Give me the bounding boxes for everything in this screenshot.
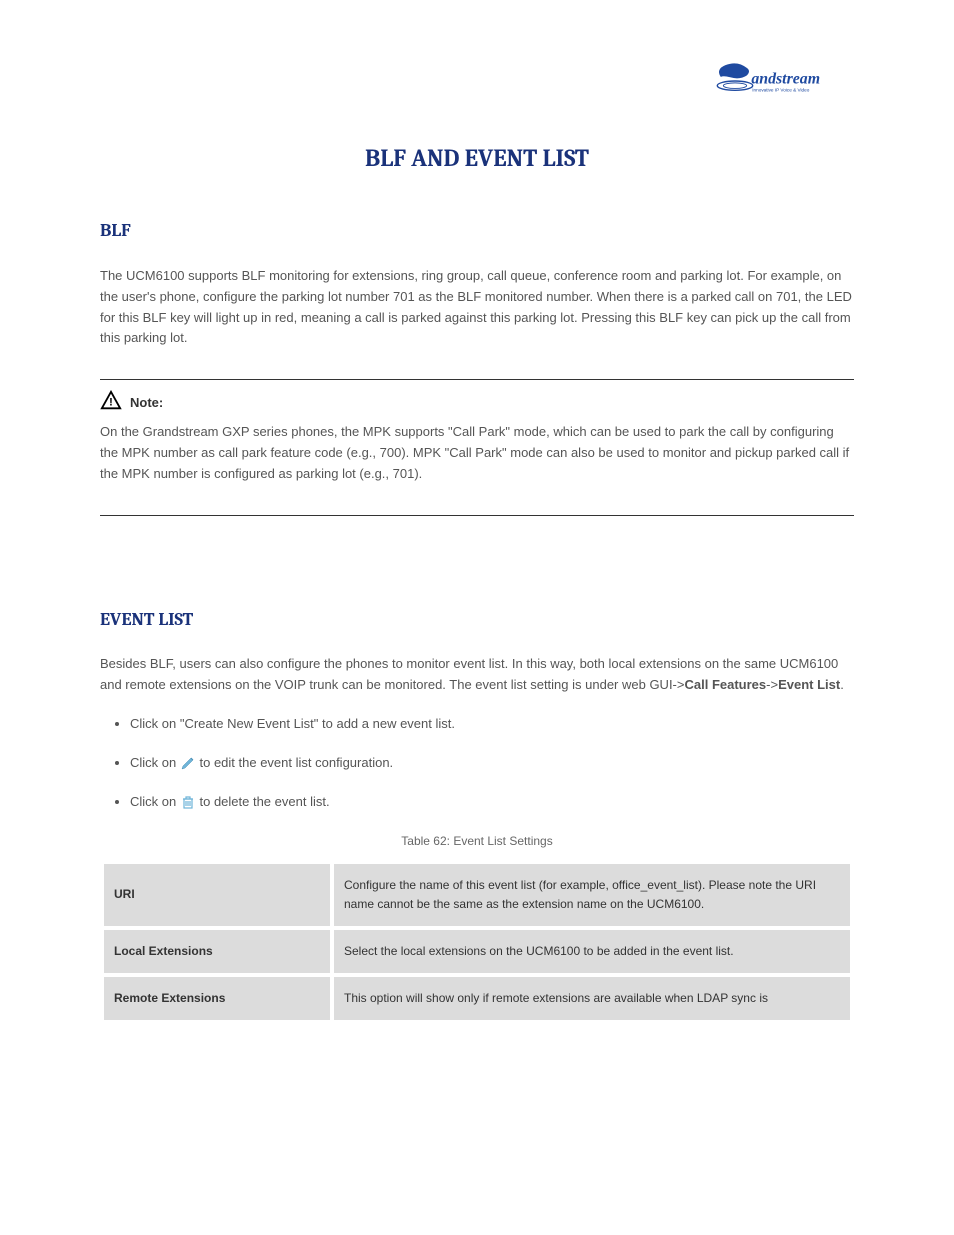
setting-desc: Select the local extensions on the UCM61… xyxy=(332,928,852,975)
settings-table: URI Configure the name of this event lis… xyxy=(100,860,854,1025)
note-label: Note: xyxy=(130,393,163,414)
list-item-new: Click on "Create New Event List" to add … xyxy=(130,714,854,735)
list-item-edit: Click on to edit the event list configur… xyxy=(130,753,854,774)
setting-label: Remote Extensions xyxy=(102,975,332,1022)
note-body: On the Grandstream GXP series phones, th… xyxy=(100,422,854,484)
setting-desc: This option will show only if remote ext… xyxy=(332,975,852,1022)
blf-heading: BLF xyxy=(100,217,854,246)
svg-text:andstream: andstream xyxy=(751,70,820,87)
table-caption: Table 62: Event List Settings xyxy=(100,832,854,851)
brand-logo: andstream Innovative IP Voice & Video xyxy=(100,60,854,109)
table-row: URI Configure the name of this event lis… xyxy=(102,862,852,928)
trash-icon xyxy=(180,794,196,810)
eventlist-paragraph: Besides BLF, users can also configure th… xyxy=(100,654,854,696)
eventlist-actions: Click on "Create New Event List" to add … xyxy=(130,714,854,812)
setting-label: Local Extensions xyxy=(102,928,332,975)
page-title: BLF AND EVENT LIST xyxy=(100,139,854,177)
setting-desc: Configure the name of this event list (f… xyxy=(332,862,852,928)
divider-top xyxy=(100,379,854,380)
table-row: Local Extensions Select the local extens… xyxy=(102,928,852,975)
svg-text:Innovative IP Voice & Video: Innovative IP Voice & Video xyxy=(752,88,809,93)
setting-label: URI xyxy=(102,862,332,928)
table-row: Remote Extensions This option will show … xyxy=(102,975,852,1022)
list-item-delete: Click on to delete the event list. xyxy=(130,792,854,813)
eventlist-heading: EVENT LIST xyxy=(100,606,854,635)
divider-bottom xyxy=(100,515,854,516)
svg-text:!: ! xyxy=(109,397,113,409)
note-header: ! Note: xyxy=(100,390,854,416)
warning-icon: ! xyxy=(100,390,122,416)
blf-paragraph: The UCM6100 supports BLF monitoring for … xyxy=(100,266,854,349)
edit-icon xyxy=(180,755,196,771)
